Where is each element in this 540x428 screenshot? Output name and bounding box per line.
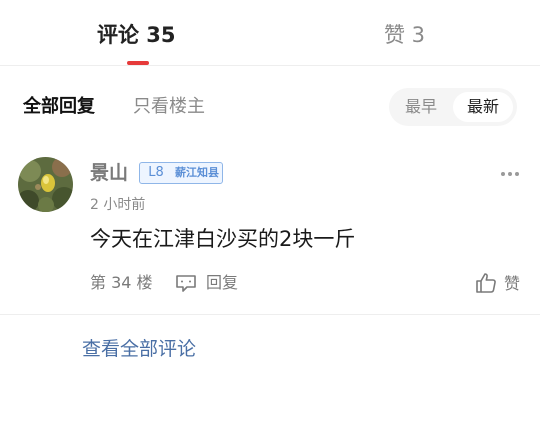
floor-number: 第 34 楼 bbox=[90, 273, 153, 292]
level-text: L8 bbox=[148, 165, 164, 180]
sort-earliest-option[interactable]: 最早 bbox=[393, 92, 449, 122]
filter-only-op[interactable]: 只看楼主 bbox=[133, 94, 205, 120]
level-title: 薪江知县 bbox=[175, 166, 219, 179]
comment-time: 2 小时前 bbox=[90, 197, 146, 213]
reply-label: 回复 bbox=[206, 273, 239, 292]
like-label: 赞 bbox=[504, 274, 521, 293]
tab-bar: 评论 35 赞 3 bbox=[0, 0, 540, 66]
thumbs-up-icon bbox=[474, 271, 498, 295]
reply-icon bbox=[174, 273, 198, 293]
comment-text: 今天在江津白沙买的2块一斤 bbox=[90, 227, 356, 251]
active-tab-indicator bbox=[127, 61, 149, 65]
divider bbox=[0, 314, 540, 315]
sort-toggle: 最早 最新 bbox=[389, 88, 517, 126]
tab-comments[interactable]: 评论 35 bbox=[97, 20, 176, 50]
level-badge: L8 薪江知县 bbox=[139, 162, 223, 184]
sort-latest-option[interactable]: 最新 bbox=[453, 92, 513, 122]
like-button[interactable]: 赞 bbox=[474, 271, 524, 297]
tab-likes[interactable]: 赞 3 bbox=[384, 20, 425, 50]
view-all-comments-link[interactable]: 查看全部评论 bbox=[82, 335, 196, 363]
more-dots-icon[interactable] bbox=[500, 166, 520, 180]
avatar[interactable] bbox=[18, 157, 73, 212]
comment-username[interactable]: 景山 bbox=[90, 160, 128, 186]
filter-all-replies[interactable]: 全部回复 bbox=[23, 94, 95, 120]
avatar-image bbox=[18, 157, 73, 212]
